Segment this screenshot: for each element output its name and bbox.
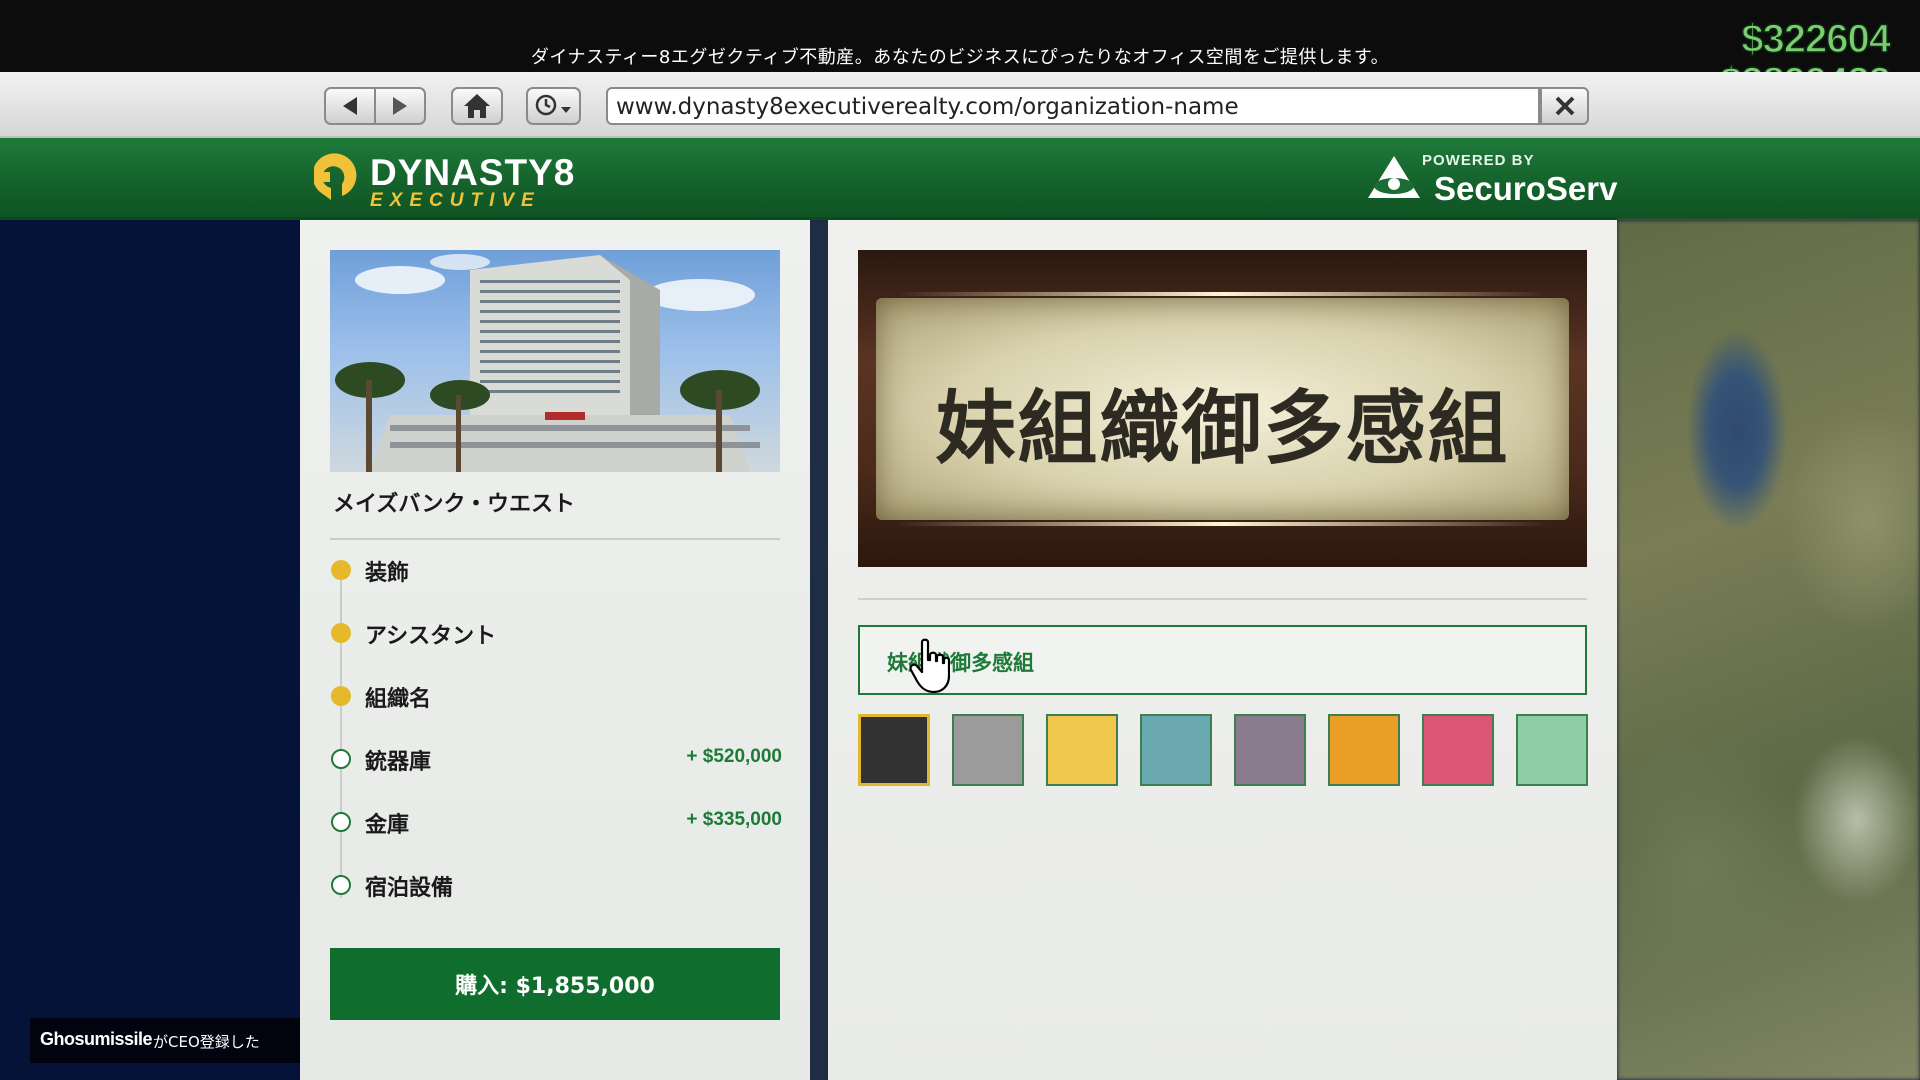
- close-icon: [1555, 96, 1574, 116]
- option-vault[interactable]: 金庫 + $335,000: [330, 802, 782, 842]
- option-status-dot: [331, 749, 351, 769]
- powered-by-label: POWERED BY: [1422, 152, 1535, 169]
- property-name: メイズバンク・ウエスト: [333, 492, 576, 517]
- color-swatches: [858, 714, 1589, 786]
- cash-amount: $322604: [1741, 16, 1892, 62]
- option-status-dot: [331, 875, 351, 895]
- option-accommodation[interactable]: 宿泊設備: [330, 865, 782, 905]
- organization-sign-preview: 妹組織御多感組: [858, 250, 1587, 567]
- option-label: 装飾: [365, 561, 410, 586]
- option-label: 金庫: [365, 813, 410, 838]
- color-swatch[interactable]: [1140, 714, 1212, 786]
- hand-cursor-icon: [910, 638, 950, 694]
- option-decor[interactable]: 装飾: [330, 550, 782, 590]
- forward-arrow-icon: [393, 97, 407, 115]
- organization-name-input[interactable]: 妹組織御多感組: [858, 625, 1587, 695]
- feed-message: がCEO登録した: [153, 1033, 260, 1051]
- sign-plate: 妹組織御多感組: [876, 292, 1569, 526]
- option-gun-locker[interactable]: 銃器庫 + $520,000: [330, 739, 782, 779]
- panel-gap: [810, 220, 828, 1080]
- back-button[interactable]: [324, 87, 376, 125]
- buy-button[interactable]: 購入: $1,855,000: [330, 948, 780, 1020]
- option-status-dot: [331, 623, 351, 643]
- feed-player-name: Ghosumissile: [40, 1029, 153, 1049]
- forward-button[interactable]: [374, 87, 426, 125]
- history-clock-icon: [535, 94, 571, 116]
- color-swatch[interactable]: [1046, 714, 1118, 786]
- color-swatch[interactable]: [1422, 714, 1494, 786]
- background-map: [1617, 220, 1920, 1080]
- option-label: アシスタント: [365, 624, 497, 649]
- color-swatch[interactable]: [858, 714, 930, 786]
- history-button[interactable]: [526, 87, 581, 125]
- option-label: 宿泊設備: [365, 876, 454, 901]
- sign-text: 妹組織御多感組: [935, 382, 1510, 475]
- securoserv-label: SecuroServ: [1434, 170, 1618, 207]
- option-label: 組織名: [365, 687, 432, 712]
- site-tagline: ダイナスティー8エグゼクティブ不動産。あなたのビジネスにぴったりなオフィス空間を…: [530, 47, 1390, 68]
- home-button[interactable]: [451, 87, 503, 125]
- option-label: 銃器庫: [365, 750, 432, 775]
- site-header: DYNASTY8 EXECUTIVE POWERED BY SecuroServ: [0, 138, 1920, 220]
- option-price: + $335,000: [686, 809, 782, 830]
- top-bar: ダイナスティー8エグゼクティブ不動産。あなたのビジネスにぴったりなオフィス空間を…: [0, 0, 1920, 72]
- color-swatch[interactable]: [1234, 714, 1306, 786]
- divider: [330, 538, 780, 540]
- feed-notification: Ghosumissile がCEO登録した: [30, 1018, 300, 1063]
- color-swatch[interactable]: [952, 714, 1024, 786]
- divider: [858, 598, 1587, 600]
- option-organization-name[interactable]: 組織名: [330, 676, 782, 716]
- securoserv-icon: [1368, 156, 1420, 198]
- logo-wordmark: DYNASTY8: [370, 152, 576, 193]
- back-arrow-icon: [343, 97, 357, 115]
- color-swatch[interactable]: [1328, 714, 1400, 786]
- logo-subtitle: EXECUTIVE: [370, 190, 541, 211]
- option-status-dot: [331, 560, 351, 580]
- color-swatch[interactable]: [1516, 714, 1588, 786]
- close-button[interactable]: [1540, 87, 1589, 125]
- home-icon: [464, 94, 490, 118]
- dynasty8-logo-icon: [314, 153, 357, 200]
- option-price: + $520,000: [686, 746, 782, 767]
- option-status-dot: [331, 686, 351, 706]
- property-image: [330, 250, 780, 472]
- option-status-dot: [331, 812, 351, 832]
- property-panel: メイズバンク・ウエスト 装飾 アシスタント 組織名 銃器庫 + $520,000…: [300, 220, 810, 1080]
- option-assistant[interactable]: アシスタント: [330, 613, 782, 653]
- url-bar[interactable]: www.dynasty8executiverealty.com/organiza…: [606, 87, 1540, 125]
- office-tower-illustration: [335, 254, 760, 472]
- browser-toolbar: www.dynasty8executiverealty.com/organiza…: [0, 72, 1920, 138]
- url-text: www.dynasty8executiverealty.com/organiza…: [616, 94, 1239, 120]
